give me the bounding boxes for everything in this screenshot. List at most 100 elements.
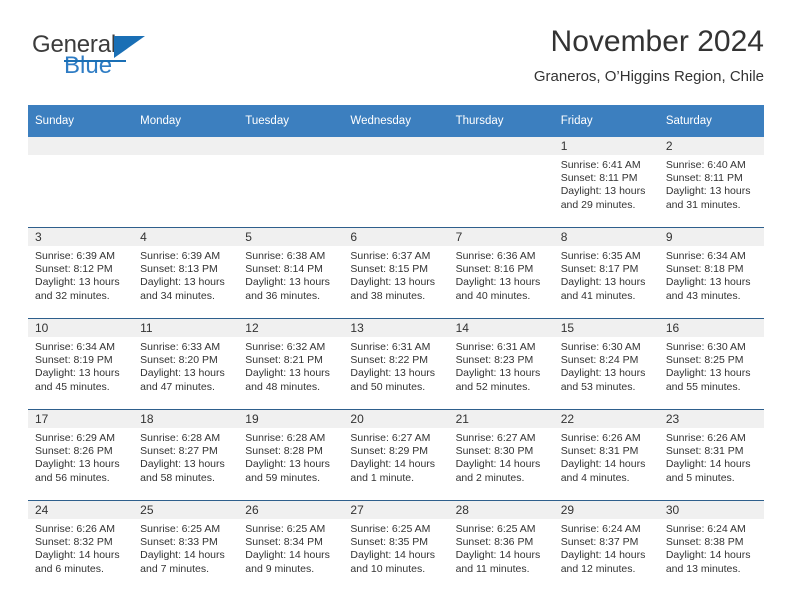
day-number: 11 xyxy=(133,319,239,337)
brand-logo[interactable]: General Blue xyxy=(32,32,222,88)
day-detail-line: Sunset: 8:16 PM xyxy=(455,263,534,276)
day-details: Sunrise: 6:37 AM Sunset: 8:15 PM Daylight:… xyxy=(343,246,448,303)
day-details: Sunrise: 6:31 AM Sunset: 8:22 PM Daylight:… xyxy=(343,337,448,394)
calendar-day-cell[interactable]: 21 Sunrise: 6:27 AM Sunset: 8:30 PM Dayligh… xyxy=(448,409,554,501)
calendar-day-cell[interactable]: 4 Sunrise: 6:39 AM Sunset: 8:13 PM Daylight… xyxy=(133,227,239,319)
day-detail-line: Sunset: 8:32 PM xyxy=(35,536,113,549)
calendar-day-cell[interactable]: 11 Sunrise: 6:33 AM Sunset: 8:20 PM Dayligh… xyxy=(133,318,239,410)
day-details xyxy=(238,155,343,159)
day-detail-line: and 13 minutes. xyxy=(665,562,741,575)
day-detail-line: Daylight: 13 hours xyxy=(35,276,120,289)
day-details: Sunrise: 6:36 AM Sunset: 8:16 PM Daylight:… xyxy=(449,246,554,303)
calendar-day-cell[interactable]: 29 Sunrise: 6:24 AM Sunset: 8:37 PM Dayligh… xyxy=(553,500,659,591)
day-number: 25 xyxy=(133,501,239,519)
day-detail-line: Daylight: 14 hours xyxy=(665,458,751,471)
calendar-day-cell[interactable]: 3 Sunrise: 6:39 AM Sunset: 8:12 PM Daylight… xyxy=(28,227,134,319)
day-detail-line: Sunset: 8:17 PM xyxy=(560,263,639,276)
day-detail-line: Sunrise: 6:25 AM xyxy=(140,523,221,535)
day-detail-line: Sunrise: 6:38 AM xyxy=(245,250,326,262)
day-detail-line: Daylight: 13 hours xyxy=(35,458,120,471)
calendar-day-cell[interactable]: 30 Sunrise: 6:24 AM Sunset: 8:38 PM Dayligh… xyxy=(658,500,764,591)
day-number: 15 xyxy=(553,319,659,337)
day-details: Sunrise: 6:30 AM Sunset: 8:24 PM Daylight:… xyxy=(554,337,659,394)
day-detail-line: Sunset: 8:23 PM xyxy=(455,354,534,367)
calendar-day-cell[interactable]: 16 Sunrise: 6:30 AM Sunset: 8:25 PM Dayligh… xyxy=(658,318,764,410)
day-detail-line: Sunset: 8:11 PM xyxy=(560,172,638,185)
calendar-day-cell[interactable]: 25 Sunrise: 6:25 AM Sunset: 8:33 PM Dayligh… xyxy=(133,500,239,591)
calendar-day-cell[interactable]: 24 Sunrise: 6:26 AM Sunset: 8:32 PM Dayligh… xyxy=(28,500,134,591)
day-detail-line: Sunrise: 6:29 AM xyxy=(35,432,115,444)
day-detail-line: Daylight: 14 hours xyxy=(35,549,120,562)
calendar-day-cell[interactable]: 14 Sunrise: 6:31 AM Sunset: 8:23 PM Dayligh… xyxy=(448,318,554,410)
day-details: Sunrise: 6:41 AM Sunset: 8:11 PM Daylight:… xyxy=(554,155,659,212)
weekday-header-row: Sunday Monday Tuesday Wednesday Thursday… xyxy=(28,105,764,137)
weekday-header-sunday: Sunday xyxy=(28,105,134,137)
calendar-day-cell[interactable]: 17 Sunrise: 6:29 AM Sunset: 8:26 PM Dayligh… xyxy=(28,409,134,501)
day-detail-line: and 48 minutes. xyxy=(245,380,320,393)
day-detail-line: and 58 minutes. xyxy=(140,471,215,484)
day-details: Sunrise: 6:40 AM Sunset: 8:11 PM Daylight:… xyxy=(659,155,764,212)
day-detail-line: Sunset: 8:15 PM xyxy=(350,263,429,276)
calendar-day-cell[interactable]: 6 Sunrise: 6:37 AM Sunset: 8:15 PM Daylight… xyxy=(343,227,449,319)
day-detail-line: Sunset: 8:30 PM xyxy=(455,445,534,458)
day-detail-line: Sunset: 8:12 PM xyxy=(35,263,113,276)
day-detail-line: Sunset: 8:36 PM xyxy=(455,536,534,549)
calendar-day-cell[interactable]: 5 Sunrise: 6:38 AM Sunset: 8:14 PM Daylight… xyxy=(238,227,344,319)
calendar-day-cell[interactable]: 22 Sunrise: 6:26 AM Sunset: 8:31 PM Dayligh… xyxy=(553,409,659,501)
day-details xyxy=(28,155,133,159)
day-details: Sunrise: 6:34 AM Sunset: 8:18 PM Daylight:… xyxy=(659,246,764,303)
day-details: Sunrise: 6:32 AM Sunset: 8:21 PM Daylight:… xyxy=(238,337,343,394)
day-detail-line: and 41 minutes. xyxy=(560,289,636,302)
calendar-day-cell[interactable]: 23 Sunrise: 6:26 AM Sunset: 8:31 PM Dayligh… xyxy=(658,409,764,501)
day-details: Sunrise: 6:38 AM Sunset: 8:14 PM Daylight:… xyxy=(238,246,343,303)
day-detail-line: Sunset: 8:29 PM xyxy=(350,445,429,458)
day-details xyxy=(343,155,448,159)
calendar-week-row: 24 Sunrise: 6:26 AM Sunset: 8:32 PM Dayligh… xyxy=(28,500,764,591)
day-number: 8 xyxy=(553,228,659,246)
day-detail-line: and 9 minutes. xyxy=(245,562,315,575)
page-title: November 2024 xyxy=(550,25,764,58)
day-details: Sunrise: 6:26 AM Sunset: 8:32 PM Daylight:… xyxy=(28,519,133,576)
day-number: 2 xyxy=(658,137,764,155)
calendar-day-cell[interactable]: 7 Sunrise: 6:36 AM Sunset: 8:16 PM Daylight… xyxy=(448,227,554,319)
triangle-icon xyxy=(113,36,145,58)
day-number: 26 xyxy=(238,501,344,519)
day-detail-line: Sunrise: 6:32 AM xyxy=(245,341,326,353)
day-number: 10 xyxy=(28,319,134,337)
calendar-day-cell[interactable]: 15 Sunrise: 6:30 AM Sunset: 8:24 PM Dayligh… xyxy=(553,318,659,410)
day-number: 13 xyxy=(343,319,449,337)
calendar-day-cell[interactable]: 19 Sunrise: 6:28 AM Sunset: 8:28 PM Dayligh… xyxy=(238,409,344,501)
calendar-day-cell[interactable]: 18 Sunrise: 6:28 AM Sunset: 8:27 PM Dayligh… xyxy=(133,409,239,501)
day-detail-line: Sunrise: 6:24 AM xyxy=(560,523,641,535)
day-details: Sunrise: 6:26 AM Sunset: 8:31 PM Daylight:… xyxy=(554,428,659,485)
calendar-day-cell[interactable]: 12 Sunrise: 6:32 AM Sunset: 8:21 PM Dayligh… xyxy=(238,318,344,410)
day-details xyxy=(449,155,554,159)
day-number: 30 xyxy=(658,501,764,519)
calendar-day-cell[interactable]: 27 Sunrise: 6:25 AM Sunset: 8:35 PM Dayligh… xyxy=(343,500,449,591)
calendar-day-cell[interactable]: 13 Sunrise: 6:31 AM Sunset: 8:22 PM Dayligh… xyxy=(343,318,449,410)
day-detail-line: Sunrise: 6:40 AM xyxy=(665,159,746,171)
calendar-day-cell[interactable]: 8 Sunrise: 6:35 AM Sunset: 8:17 PM Daylight… xyxy=(553,227,659,319)
day-detail-line: Sunrise: 6:25 AM xyxy=(350,523,431,535)
calendar-day-cell[interactable]: 26 Sunrise: 6:25 AM Sunset: 8:34 PM Dayligh… xyxy=(238,500,344,591)
calendar-day-cell[interactable]: 9 Sunrise: 6:34 AM Sunset: 8:18 PM Daylight… xyxy=(658,227,764,319)
day-number: 23 xyxy=(658,410,764,428)
day-details: Sunrise: 6:27 AM Sunset: 8:30 PM Daylight:… xyxy=(449,428,554,485)
calendar-day-cell[interactable]: 10 Sunrise: 6:34 AM Sunset: 8:19 PM Dayligh… xyxy=(28,318,134,410)
day-detail-line: Sunset: 8:35 PM xyxy=(350,536,429,549)
calendar-grid: Sunday Monday Tuesday Wednesday Thursday… xyxy=(28,105,764,591)
day-detail-line: and 50 minutes. xyxy=(350,380,426,393)
calendar-day-cell[interactable]: 2 Sunrise: 6:40 AM Sunset: 8:11 PM Daylight… xyxy=(658,137,764,228)
day-details: Sunrise: 6:34 AM Sunset: 8:19 PM Daylight:… xyxy=(28,337,133,394)
day-detail-line: and 53 minutes. xyxy=(560,380,636,393)
day-number: 4 xyxy=(133,228,239,246)
day-detail-line: Sunrise: 6:25 AM xyxy=(455,523,536,535)
calendar-day-cell[interactable]: 20 Sunrise: 6:27 AM Sunset: 8:29 PM Dayligh… xyxy=(343,409,449,501)
calendar-day-cell[interactable]: 1 Sunrise: 6:41 AM Sunset: 8:11 PM Daylight… xyxy=(553,137,659,228)
calendar-day-cell[interactable]: 28 Sunrise: 6:25 AM Sunset: 8:36 PM Dayligh… xyxy=(448,500,554,591)
day-number: 7 xyxy=(448,228,554,246)
day-details: Sunrise: 6:25 AM Sunset: 8:35 PM Daylight:… xyxy=(343,519,448,576)
day-detail-line: and 11 minutes. xyxy=(455,562,530,575)
day-detail-line: Sunset: 8:26 PM xyxy=(35,445,113,458)
weekday-header-wednesday: Wednesday xyxy=(343,105,449,137)
